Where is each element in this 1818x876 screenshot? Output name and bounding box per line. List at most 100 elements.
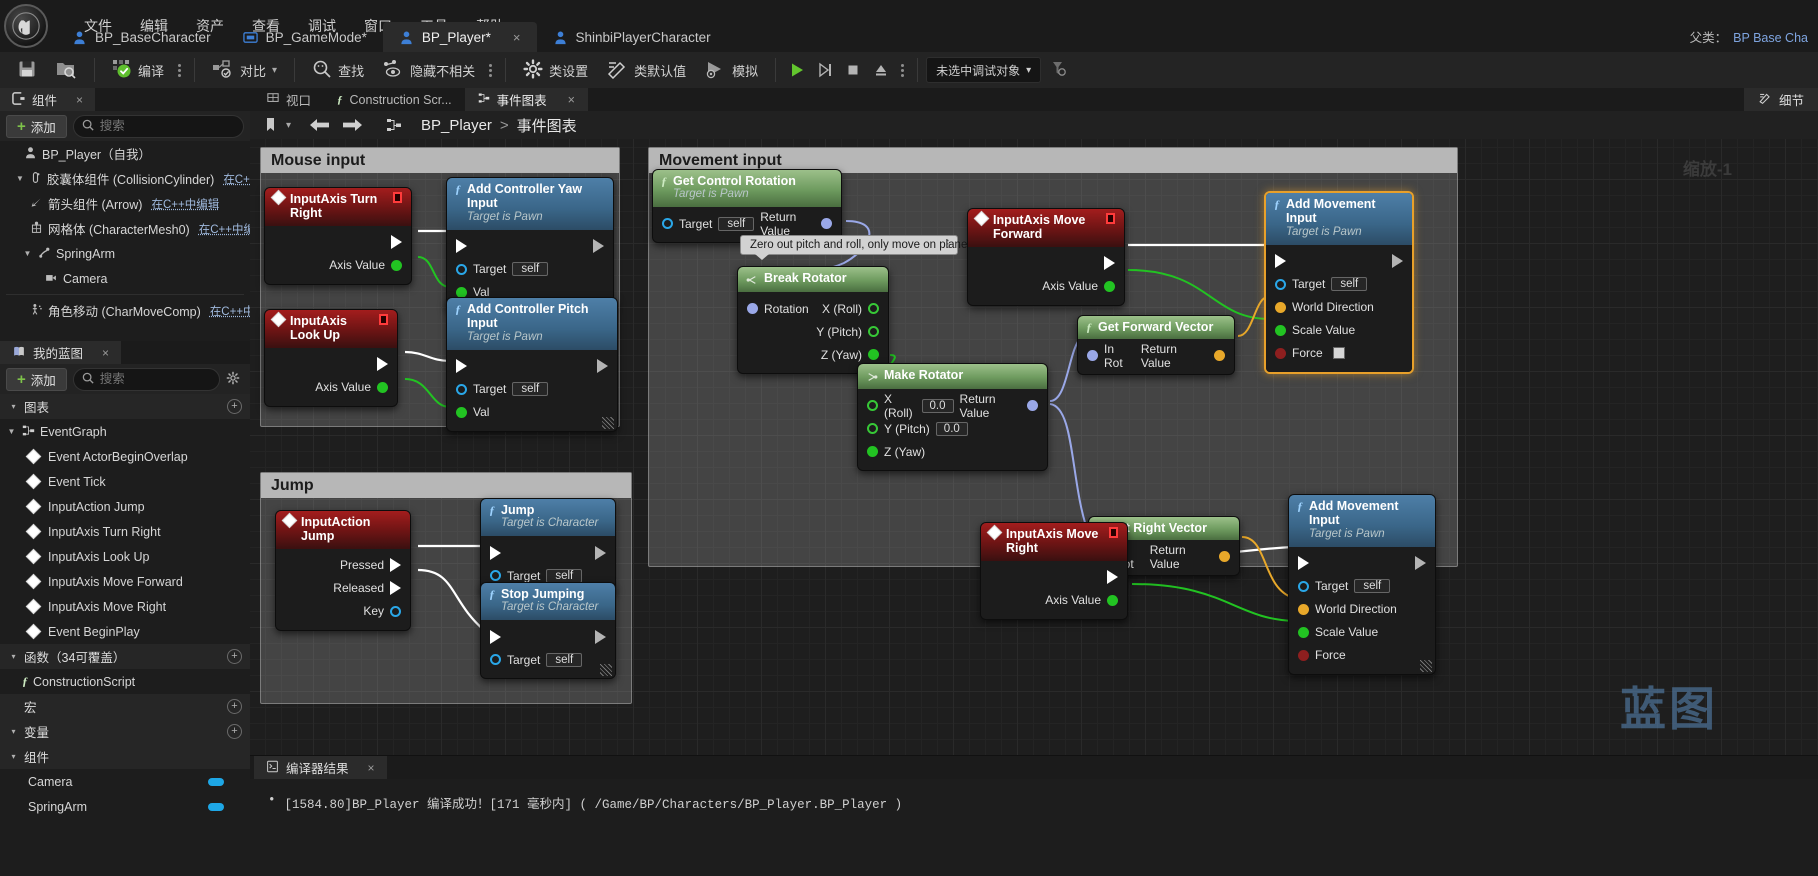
node-resize-grip[interactable]: [600, 664, 612, 677]
component-row-bp-player[interactable]: BP_Player（自我）: [0, 141, 250, 166]
pin-row-exec-out[interactable]: [968, 252, 1124, 275]
components-search-box[interactable]: [72, 114, 244, 138]
bool-pin-icon[interactable]: [1298, 649, 1309, 661]
pin-row-val[interactable]: Val: [447, 401, 617, 424]
target-value[interactable]: self: [718, 216, 755, 231]
blueprint-canvas[interactable]: 缩放-1 蓝图 Mouse input Movement input Jump: [250, 139, 1818, 755]
pin-row-force[interactable]: Force: [1266, 342, 1412, 365]
component-cpp-link[interactable]: 在C++中编: [199, 221, 250, 237]
pin-row-target[interactable]: Target self: [1266, 273, 1412, 296]
float-pin-icon[interactable]: [456, 406, 467, 418]
eject-button[interactable]: [868, 57, 894, 83]
myblueprint-search-input[interactable]: [99, 372, 211, 386]
float-pin-icon[interactable]: [1104, 280, 1115, 292]
add-macro-button[interactable]: +: [227, 699, 242, 714]
find-button[interactable]: 查找: [303, 55, 373, 85]
float-pin-icon[interactable]: [868, 303, 879, 314]
pin-row-exec-out[interactable]: [265, 231, 411, 254]
object-pin-icon[interactable]: [1275, 278, 1286, 290]
xroll-value[interactable]: 0.0: [921, 398, 954, 413]
pin-row-force[interactable]: Force: [1289, 644, 1435, 667]
chevron-down-icon[interactable]: ▾: [8, 652, 19, 661]
float-pin-icon[interactable]: [391, 259, 402, 271]
force-checkbox[interactable]: [1332, 347, 1345, 360]
pin-row-xroll-return[interactable]: X (Roll) 0.0 Return Value: [858, 392, 1047, 420]
node-inputaxis-move-right[interactable]: InputAxis Move Right Axis Value: [980, 522, 1128, 620]
close-icon[interactable]: ×: [102, 346, 109, 360]
node-inputaxis-look-up[interactable]: InputAxis Look Up Axis Value: [264, 309, 398, 407]
node-resize-grip[interactable]: [1420, 659, 1432, 672]
pin-row-exec[interactable]: [447, 355, 617, 378]
exec-in-pin-icon[interactable]: [456, 239, 467, 254]
pin-row-released[interactable]: Released: [276, 577, 410, 600]
pin-row-ypitch[interactable]: Y (Pitch) 0.0: [858, 417, 1047, 440]
object-pin-icon[interactable]: [490, 570, 501, 582]
tab-components[interactable]: 组件 ×: [0, 88, 96, 111]
pin-row-pressed[interactable]: Pressed: [276, 554, 410, 577]
rotator-pin-icon[interactable]: [1087, 350, 1098, 361]
chevron-down-icon[interactable]: ▾: [272, 65, 277, 76]
graph-row-event-beginplay[interactable]: Event BeginPlay: [0, 619, 250, 644]
debug-object-select[interactable]: 未选中调试对象 ▾: [926, 57, 1042, 83]
float-pin-icon[interactable]: [867, 446, 878, 457]
function-row-constructionscript[interactable]: ƒ ConstructionScript: [0, 669, 250, 694]
asset-tab-bp-basecharacter[interactable]: BP_BaseCharacter: [56, 22, 227, 52]
asset-tab-bp-player[interactable]: BP_Player* ×: [382, 22, 537, 52]
float-pin-icon[interactable]: [867, 423, 878, 434]
exec-pin-icon[interactable]: [377, 357, 388, 372]
add-function-button[interactable]: +: [227, 649, 242, 664]
exec-out-pin-icon[interactable]: [597, 359, 608, 374]
component-row-arrow[interactable]: 箭头组件 (Arrow) 在C++中编辑: [0, 191, 250, 216]
float-pin-icon[interactable]: [868, 349, 879, 360]
target-value[interactable]: self: [512, 262, 549, 277]
pin-row-axis-value[interactable]: Axis Value: [265, 254, 411, 277]
exec-pin-icon[interactable]: [391, 235, 402, 250]
pin-row-axis-value[interactable]: Axis Value: [981, 589, 1127, 612]
component-row-charmovecomp[interactable]: 角色移动 (CharMoveComp) 在C++中编: [0, 298, 250, 323]
component-cpp-link[interactable]: 在C++中编辑: [151, 196, 219, 212]
node-inputaxis-turn-right[interactable]: InputAxis Turn Right Axis Value: [264, 187, 412, 285]
float-pin-icon[interactable]: [1275, 324, 1286, 336]
section-header-variables[interactable]: ▾ 变量 +: [0, 719, 250, 744]
graph-row-event-actorbeginoverlap[interactable]: Event ActorBeginOverlap: [0, 444, 250, 469]
hide-unrelated-button[interactable]: 隐藏不相关: [373, 55, 484, 85]
play-options-button[interactable]: [896, 63, 909, 77]
close-icon[interactable]: ×: [513, 30, 521, 45]
exec-in-pin-icon[interactable]: [1298, 556, 1309, 571]
simulate-button[interactable]: 模拟: [695, 55, 767, 85]
target-value[interactable]: self: [1331, 277, 1368, 292]
pin-row-target[interactable]: Target self: [1289, 575, 1435, 598]
component-cpp-link[interactable]: 在C++中编: [210, 303, 250, 319]
chevron-down-icon[interactable]: ▼: [16, 174, 24, 183]
node-get-control-rotation[interactable]: ƒ Get Control Rotation Target is Pawn Ta…: [652, 169, 842, 244]
pin-row-rotation-xroll[interactable]: Rotation X (Roll): [738, 297, 888, 320]
node-add-controller-pitch-input[interactable]: ƒ Add Controller Pitch Input Target is P…: [446, 297, 618, 432]
pin-row-inrot-return[interactable]: In Rot Return Value: [1078, 342, 1234, 370]
breadcrumb-item-graph[interactable]: 事件图表: [517, 115, 577, 136]
pin-row-key[interactable]: Key: [276, 600, 410, 623]
chevron-down-icon[interactable]: ▾: [8, 727, 19, 736]
tab-construction-script[interactable]: ƒ Construction Scr...: [324, 88, 465, 111]
breadcrumb-item-blueprint[interactable]: BP_Player: [421, 117, 492, 134]
target-value[interactable]: self: [546, 568, 583, 583]
bookmark-icon[interactable]: [260, 115, 282, 135]
float-pin-icon[interactable]: [867, 400, 878, 411]
step-button[interactable]: [812, 57, 838, 83]
exec-out-pin-icon[interactable]: [1392, 254, 1403, 269]
object-pin-icon[interactable]: [456, 263, 467, 275]
browse-asset-button[interactable]: [46, 55, 86, 85]
close-icon[interactable]: ×: [368, 761, 375, 775]
pin-row-axis-value[interactable]: Axis Value: [968, 275, 1124, 298]
add-blueprint-item-button[interactable]: + 添加: [6, 367, 67, 391]
compiler-results-body[interactable]: • [1584.80]BP_Player 编译成功！[171 毫秒内] ( /G…: [250, 779, 1818, 812]
component-row-collisioncylinder[interactable]: ▼ 胶囊体组件 (CollisionCylinder) 在C++中: [0, 166, 250, 191]
pin-row-exec-out[interactable]: [981, 566, 1127, 589]
exec-out-pin-icon[interactable]: [1415, 556, 1426, 571]
vector-pin-icon[interactable]: [1298, 603, 1309, 615]
gear-icon[interactable]: [226, 371, 244, 388]
node-add-movement-input-right[interactable]: ƒ Add Movement Input Target is Pawn Targ…: [1288, 494, 1436, 675]
chevron-down-icon[interactable]: ▾: [8, 752, 19, 761]
pin-row-exec[interactable]: [481, 625, 615, 648]
arrow-right-icon[interactable]: [341, 115, 363, 135]
exec-in-pin-icon[interactable]: [490, 629, 501, 644]
